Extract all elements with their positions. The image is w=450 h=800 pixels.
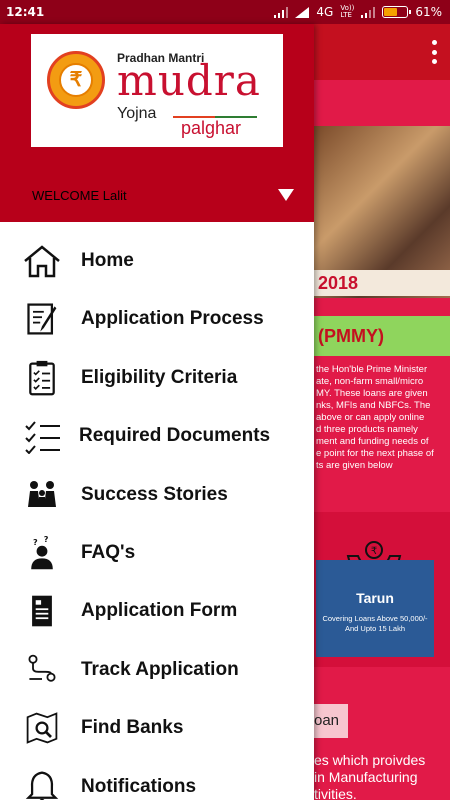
menu-item-label: Application Form <box>81 600 238 622</box>
menu-item-label: Home <box>81 250 134 271</box>
clipboard-checklist-icon <box>29 360 55 396</box>
banner-image: 2018 <box>314 126 450 298</box>
account-dropdown-icon[interactable] <box>278 189 294 201</box>
bottom-description: es which proivdes in Manufacturing tivit… <box>314 752 450 800</box>
menu-item-label: Success Stories <box>81 483 228 505</box>
rupee-symbol: ₹ <box>59 63 93 97</box>
overflow-menu-icon[interactable] <box>430 40 438 64</box>
about-line: d three products namely <box>316 424 418 435</box>
menu-item-label: Notifications <box>81 775 197 797</box>
about-line: e point for the next phase of <box>316 448 434 459</box>
bottom-line: tivities. <box>314 786 357 800</box>
menu-item-notifications[interactable]: Notifications <box>0 757 314 800</box>
svg-text:₹: ₹ <box>371 546 377 557</box>
logo-brand: mudra <box>117 56 261 105</box>
menu-item-application-form[interactable]: Application Form <box>0 581 314 639</box>
loan-chip[interactable]: oan <box>314 704 348 738</box>
form-icon <box>32 596 52 627</box>
signal-icon-2 <box>361 6 376 18</box>
tarun-desc-line: Covering Loans Above 50,000/- <box>322 614 428 623</box>
menu-item-success-stories[interactable]: Success Stories <box>0 465 314 523</box>
network-type: 4G <box>316 5 334 19</box>
battery-level <box>384 8 398 16</box>
tarun-desc-line: And Upto 15 Lakh <box>344 624 406 633</box>
menu-item-label: Track Application <box>81 658 239 680</box>
about-line: ate, non-farm small/micro <box>316 376 424 387</box>
tarun-title: Tarun <box>356 590 394 606</box>
about-line: MY. These loans are given <box>316 388 428 399</box>
pmmy-heading: (PMMY) <box>314 316 450 356</box>
people-icon <box>28 480 56 507</box>
about-line: nks, MFIs and NBFCs. The <box>316 400 431 411</box>
tarun-description: Covering Loans Above 50,000/- And Upto 1… <box>316 614 434 634</box>
menu-item-faqs[interactable]: ?? FAQ's <box>0 523 314 581</box>
rupee-emblem-icon: ₹ <box>47 51 105 109</box>
logo-location: palghar <box>181 118 242 138</box>
menu-item-application-process[interactable]: Application Process <box>0 289 314 347</box>
about-text: the Hon'ble Prime Minister ate, non-farm… <box>316 364 446 472</box>
drawer-header: ₹ Pradhan Mantri mudra Yojna palghar WEL… <box>0 24 314 222</box>
svg-text:?: ? <box>33 537 38 547</box>
svg-text:?: ? <box>44 535 49 544</box>
about-line: ment and funding needs of <box>316 436 429 447</box>
bottom-line: in Manufacturing <box>314 769 418 785</box>
signal-icon <box>274 6 289 18</box>
map-search-icon <box>26 712 58 744</box>
drawer-menu: Home Application Process Eligibility Cri… <box>0 231 314 800</box>
status-time: 12:41 <box>6 5 45 19</box>
menu-item-track-application[interactable]: Track Application <box>0 640 314 698</box>
volte-bottom: LTE <box>340 11 352 19</box>
home-icon <box>24 245 60 278</box>
menu-item-label: Eligibility Criteria <box>81 366 238 388</box>
menu-item-label: Application Process <box>81 308 264 330</box>
question-person-icon: ?? <box>31 535 53 570</box>
checklist-icon <box>25 421 60 455</box>
battery-icon <box>382 6 412 18</box>
status-bar: 12:41 4G Vo)) LTE 61% <box>0 0 450 24</box>
bottom-line: es which proivdes <box>314 752 426 768</box>
about-line: above or can apply online <box>316 412 425 423</box>
about-line: ts are given below <box>316 460 393 471</box>
logo-yojna: Yojna <box>117 105 157 122</box>
about-line: the Hon'ble Prime Minister <box>316 364 428 375</box>
battery-percent: 61% <box>415 5 442 19</box>
menu-item-label: Find Banks <box>81 717 184 739</box>
signal-strength-icon <box>295 6 310 18</box>
menu-item-eligibility-criteria[interactable]: Eligibility Criteria <box>0 348 314 406</box>
mudra-logo: ₹ Pradhan Mantri mudra Yojna palghar <box>31 34 283 147</box>
bell-icon <box>25 770 59 800</box>
edit-document-icon <box>27 303 57 335</box>
menu-item-required-documents[interactable]: Required Documents <box>0 406 314 464</box>
volte-indicator: Vo)) LTE <box>340 5 354 19</box>
menu-item-label: Required Documents <box>79 425 271 447</box>
menu-item-find-banks[interactable]: Find Banks <box>0 698 314 756</box>
welcome-text: WELCOME Lalit <box>32 188 127 203</box>
menu-item-home[interactable]: Home <box>0 231 314 289</box>
route-icon <box>28 654 56 682</box>
menu-item-label: FAQ's <box>81 541 136 563</box>
navigation-drawer: ₹ Pradhan Mantri mudra Yojna palghar WEL… <box>0 24 314 800</box>
tarun-card[interactable]: Tarun Covering Loans Above 50,000/- And … <box>316 560 434 657</box>
banner-year: 2018 <box>314 270 450 296</box>
